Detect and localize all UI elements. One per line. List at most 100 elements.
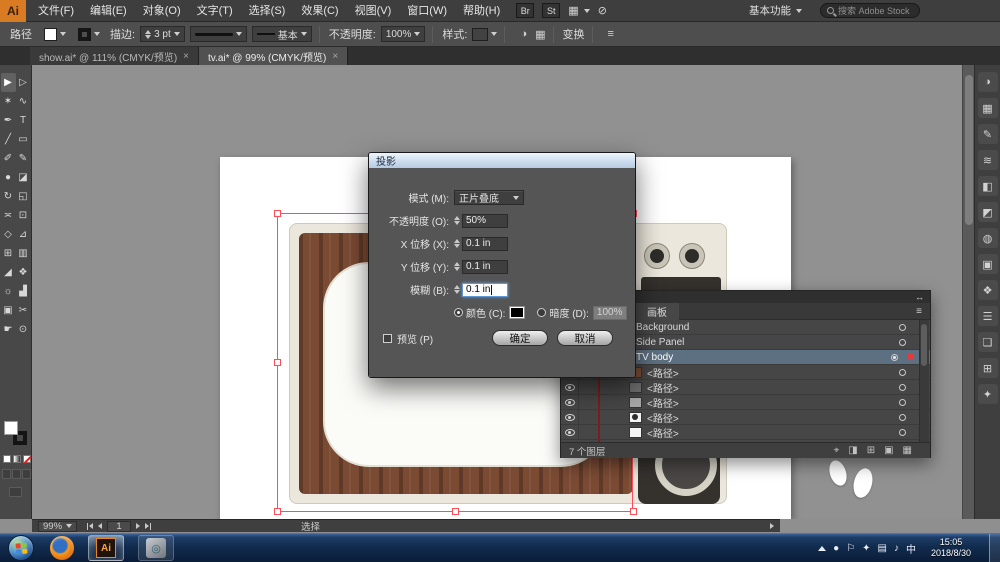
layer-row-path[interactable]: <路径> bbox=[561, 395, 930, 410]
tool-magic-wand[interactable]: ✶ bbox=[1, 92, 16, 111]
tool-hand[interactable]: ☛ bbox=[1, 320, 16, 339]
dock-brushes-icon[interactable]: ✎ bbox=[978, 124, 998, 144]
stroke-color-control[interactable] bbox=[78, 28, 100, 41]
tray-network-icon[interactable]: ▤ bbox=[878, 543, 887, 554]
tray-volume-icon[interactable]: ♪ bbox=[894, 543, 899, 554]
tv-knob-shape[interactable] bbox=[679, 243, 705, 269]
dock-appearance-icon[interactable]: ◍ bbox=[978, 228, 998, 248]
tool-rotate[interactable]: ↻ bbox=[1, 187, 16, 206]
delete-layer-icon[interactable]: ▦ bbox=[903, 445, 912, 456]
tool-line-segment[interactable]: ╱ bbox=[1, 130, 16, 149]
stroke-width-input[interactable]: 3 pt bbox=[140, 26, 185, 42]
tool-type[interactable]: T bbox=[16, 111, 31, 130]
tool-pen[interactable]: ✒ bbox=[1, 111, 16, 130]
layers-scrollbar[interactable] bbox=[919, 320, 929, 442]
target-icon[interactable] bbox=[899, 429, 906, 436]
tab-tv-ai[interactable]: tv.ai* @ 99% (CMYK/预览) × bbox=[199, 47, 348, 65]
tool-selection[interactable]: ▶ bbox=[1, 73, 16, 92]
color-radio[interactable] bbox=[454, 308, 463, 317]
dock-stroke-icon[interactable]: ≋ bbox=[978, 150, 998, 170]
dock-graphic-styles-icon[interactable]: ▣ bbox=[978, 254, 998, 274]
ok-button[interactable]: 确定 bbox=[492, 330, 548, 346]
color-button[interactable] bbox=[3, 455, 11, 463]
tool-width[interactable]: ≍ bbox=[1, 206, 16, 225]
target-icon[interactable] bbox=[899, 369, 906, 376]
visibility-toggle[interactable] bbox=[561, 395, 579, 409]
shadow-color-swatch[interactable] bbox=[509, 306, 525, 319]
scrollbar-thumb[interactable] bbox=[965, 75, 973, 225]
dialog-title-bar[interactable]: 投影 bbox=[369, 153, 635, 168]
dock-color-guide-icon[interactable]: ▦ bbox=[978, 98, 998, 118]
prev-artboard-button[interactable] bbox=[98, 523, 102, 529]
x-offset-stepper-icon[interactable] bbox=[454, 239, 460, 248]
tool-shape-builder[interactable]: ◇ bbox=[1, 225, 16, 244]
blur-stepper-icon[interactable] bbox=[454, 285, 460, 294]
vertical-scrollbar[interactable] bbox=[962, 65, 974, 519]
new-layer-icon[interactable]: ▣ bbox=[884, 445, 893, 456]
menu-item-help[interactable]: 帮助(H) bbox=[455, 0, 508, 22]
screen-mode-icon[interactable]: ⊘ bbox=[598, 4, 607, 17]
fill-color-swatch[interactable] bbox=[4, 421, 18, 435]
brush-definition-dropdown[interactable] bbox=[190, 26, 247, 42]
tool-column-graph[interactable]: ▟ bbox=[16, 282, 31, 301]
dock-gradient-icon[interactable]: ◧ bbox=[978, 176, 998, 196]
layer-row-path[interactable]: <路径> bbox=[561, 380, 930, 395]
selection-indicator[interactable] bbox=[908, 354, 914, 360]
tray-action-center-icon[interactable]: ⚐ bbox=[846, 543, 855, 554]
tray-ime-icon[interactable]: 中 bbox=[906, 541, 916, 556]
tool-blob-brush[interactable]: ● bbox=[1, 168, 16, 187]
illustrator-taskbar-button[interactable]: Ai bbox=[88, 535, 124, 561]
target-icon[interactable] bbox=[891, 354, 898, 361]
fill-color-control[interactable] bbox=[44, 28, 66, 41]
opacity-dropdown[interactable]: 100% bbox=[381, 26, 426, 42]
blur-input[interactable]: 0.1 in bbox=[462, 283, 508, 297]
selection-handle[interactable] bbox=[274, 210, 281, 217]
draw-inside-button[interactable] bbox=[22, 469, 31, 479]
menu-item-select[interactable]: 选择(S) bbox=[241, 0, 294, 22]
dock-layers-icon[interactable]: ❏ bbox=[978, 332, 998, 352]
y-offset-input[interactable]: 0.1 in bbox=[462, 260, 508, 274]
dock-swatches-icon[interactable]: ☰ bbox=[978, 306, 998, 326]
menu-item-effect[interactable]: 效果(C) bbox=[293, 0, 346, 22]
system-clock[interactable]: 15:05 2018/8/30 bbox=[923, 537, 979, 559]
menu-item-window[interactable]: 窗口(W) bbox=[399, 0, 455, 22]
x-offset-input[interactable]: 0.1 in bbox=[462, 237, 508, 251]
arrange-documents-caret-icon[interactable] bbox=[584, 9, 590, 13]
show-desktop-button[interactable] bbox=[989, 534, 1000, 562]
tv-knob-shape[interactable] bbox=[644, 243, 670, 269]
recolor-artwork-icon[interactable]: ◑ bbox=[520, 28, 527, 40]
scrollbar-thumb[interactable] bbox=[921, 324, 927, 366]
tool-blend[interactable]: ❖ bbox=[16, 263, 31, 282]
dock-info-icon[interactable]: ✦ bbox=[978, 384, 998, 404]
dock-artboards-icon[interactable]: ⊞ bbox=[978, 358, 998, 378]
opacity-input[interactable]: 50% bbox=[462, 214, 508, 228]
mode-select[interactable]: 正片叠底 bbox=[454, 190, 524, 205]
tool-eraser[interactable]: ◪ bbox=[16, 168, 31, 187]
clipping-mask-icon[interactable]: ◨ bbox=[848, 445, 857, 456]
tool-paintbrush[interactable]: ✐ bbox=[1, 149, 16, 168]
dock-transparency-icon[interactable]: ◩ bbox=[978, 202, 998, 222]
menu-item-type[interactable]: 文字(T) bbox=[189, 0, 241, 22]
artwork-fragment[interactable] bbox=[851, 466, 876, 499]
gradient-button[interactable] bbox=[13, 455, 21, 463]
tool-free-transform[interactable]: ⊡ bbox=[16, 206, 31, 225]
draw-normal-button[interactable] bbox=[2, 469, 11, 479]
app-taskbar-button[interactable]: ◎ bbox=[138, 535, 174, 561]
selection-handle[interactable] bbox=[452, 508, 459, 515]
stroke-stepper-icon[interactable] bbox=[145, 30, 151, 39]
menu-item-view[interactable]: 视图(V) bbox=[347, 0, 400, 22]
tool-rectangle[interactable]: ▭ bbox=[16, 130, 31, 149]
last-artboard-button[interactable] bbox=[145, 523, 151, 530]
tool-gradient[interactable]: ▥ bbox=[16, 244, 31, 263]
show-hidden-icons[interactable] bbox=[818, 546, 826, 551]
artboard-number-field[interactable]: 1 bbox=[107, 521, 131, 532]
selection-handle[interactable] bbox=[274, 359, 281, 366]
target-icon[interactable] bbox=[899, 399, 906, 406]
visibility-toggle[interactable] bbox=[561, 410, 579, 424]
menu-item-object[interactable]: 对象(O) bbox=[135, 0, 189, 22]
artwork-fragment[interactable] bbox=[826, 458, 849, 488]
target-icon[interactable] bbox=[899, 384, 906, 391]
control-panel-menu-icon[interactable]: ≡ bbox=[608, 28, 614, 40]
zoom-level-select[interactable]: 99% bbox=[38, 521, 77, 532]
arrange-documents-icon[interactable]: ▦ bbox=[568, 4, 578, 17]
